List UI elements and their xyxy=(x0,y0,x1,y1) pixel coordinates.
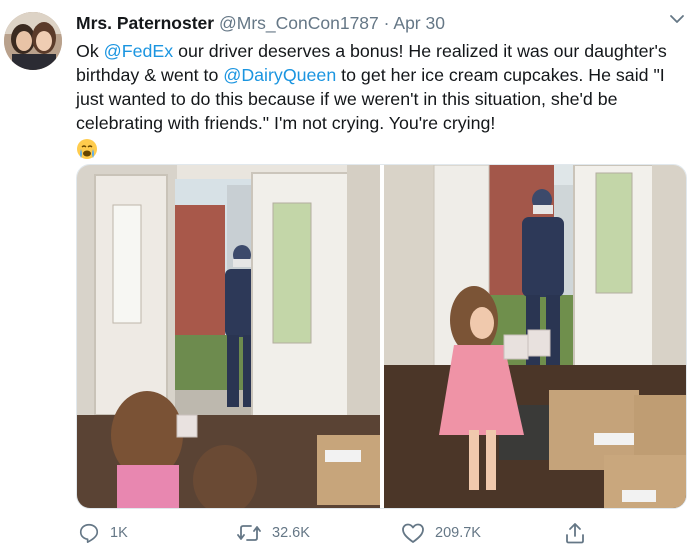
tweet-text: Ok @FedEx our driver deserves a bonus! H… xyxy=(76,39,691,166)
reply-button[interactable]: 1K xyxy=(78,520,128,546)
tweet-card: Mrs. Paternoster @Mrs_ConCon1787 · Apr 3… xyxy=(0,0,700,557)
share-icon xyxy=(566,523,584,544)
reply-count: 1K xyxy=(110,525,128,541)
tweet-text-part: Ok xyxy=(76,41,104,61)
like-count: 209.7K xyxy=(435,525,481,541)
tweet-actions: 1K 32.6K 209.7K xyxy=(76,520,676,546)
author-name[interactable]: Mrs. Paternoster xyxy=(76,13,214,33)
separator: · xyxy=(383,13,390,33)
author-handle[interactable]: @Mrs_ConCon1787 xyxy=(219,13,379,33)
tweet-header: Mrs. Paternoster @Mrs_ConCon1787 · Apr 3… xyxy=(76,13,445,34)
retweet-count: 32.6K xyxy=(272,525,310,541)
tweet-media[interactable] xyxy=(76,164,687,509)
photo-right[interactable] xyxy=(384,165,686,508)
mention-link-fedex[interactable]: @FedEx xyxy=(104,41,173,61)
retweet-button[interactable]: 32.6K xyxy=(236,520,310,546)
crying-face-emoji-icon xyxy=(76,138,98,166)
share-button[interactable] xyxy=(564,520,596,546)
heart-icon xyxy=(402,523,424,543)
photo-left[interactable] xyxy=(77,165,380,508)
retweet-icon xyxy=(237,525,261,541)
mention-link-dairyqueen[interactable]: @DairyQueen xyxy=(223,65,336,85)
like-button[interactable]: 209.7K xyxy=(401,520,481,546)
reply-icon xyxy=(79,523,99,543)
chevron-down-icon[interactable] xyxy=(666,8,688,30)
tweet-date[interactable]: Apr 30 xyxy=(393,13,445,33)
avatar[interactable] xyxy=(4,12,62,70)
